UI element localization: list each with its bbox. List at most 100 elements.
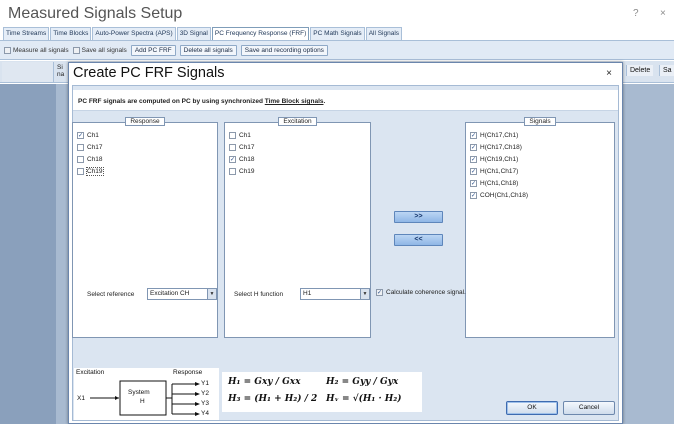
signals-item[interactable]: ✓ H(Ch17,Ch18) [470,143,528,152]
signals-item-label: H(Ch1,Ch17) [480,168,519,175]
grid-column-header-save[interactable]: Sa [659,65,674,76]
checkbox-box: ✓ [470,156,477,163]
measure-all-checkbox[interactable]: Measure all signals [4,46,69,54]
grid-corner [2,62,54,82]
diagram-system-label: System [128,389,150,396]
tab-pc-math-signals[interactable]: PC Math Signals [310,27,365,40]
select-h-function-dropdown[interactable]: H1 ▼ [300,288,370,300]
excitation-item[interactable]: Ch17 [229,143,255,152]
checkbox-box: ✓ [376,289,383,296]
save-recording-options-button[interactable]: Save and recording options [240,44,328,56]
remove-signals-button[interactable]: << [394,234,443,246]
tab-auto-power-spectra-aps[interactable]: Auto-Power Spectra (APS) [92,27,176,40]
signals-item-label: COH(Ch1,Ch18) [480,192,529,199]
checkbox-box: ✓ [470,144,477,151]
checkbox-box [72,46,80,54]
checkbox-box: ✓ [229,156,236,163]
cancel-button[interactable]: Cancel [563,401,615,415]
save-all-checkbox[interactable]: Save all signals [72,46,127,54]
signals-item[interactable]: ✓ H(Ch17,Ch1) [470,131,528,140]
formula-hv: Hᵥ = √(H₁ · H₂) [326,394,402,404]
time-block-signals-link[interactable]: Time Block signals [265,98,324,105]
system-diagram: Excitation Response X1 System H Y1 Y2 Y3… [74,368,219,420]
diagram-output-label: Y1 [201,380,209,387]
signals-panel: Signals ✓ H(Ch17,Ch1) ✓ H(Ch17,Ch18) ✓ H(Ch19… [465,117,615,338]
close-window-icon[interactable]: × [660,8,666,19]
diagram-output-label: Y2 [201,390,209,397]
checkbox-box: ✓ [470,192,477,199]
tab-pc-frequency-response-frf[interactable]: PC Frequency Response (FRF) [211,27,310,40]
excitation-list: Ch1 Ch17 ✓ Ch18 Ch19 [229,131,255,176]
grid-column-header-line: na [57,71,65,78]
signals-item[interactable]: ✓ COH(Ch1,Ch18) [470,191,528,200]
description-suffix: . [323,98,326,105]
response-item[interactable]: Ch17 [77,143,103,152]
diagram-output-label: Y3 [201,400,209,407]
excitation-item[interactable]: ✓ Ch18 [229,155,255,164]
diagram-response-label: Response [173,369,203,376]
response-item-label: Ch17 [87,144,103,151]
checkbox-box [77,156,84,163]
diagram-system-h-label: H [140,398,145,405]
checkbox-box: ✓ [470,168,477,175]
response-item-label: Ch19 [86,167,104,176]
dialog-close-icon[interactable]: × [606,68,612,79]
help-icon[interactable]: ? [633,8,639,19]
chevron-down-icon: ▼ [207,289,216,299]
checkbox-box [229,168,236,175]
response-panel: Response ✓ Ch1 Ch17 Ch18 Ch19 [72,117,218,338]
diagram-input-label: X1 [77,395,85,402]
response-item[interactable]: ✓ Ch1 [77,131,103,140]
h-function-formulas: H₁ = Gxy / Gxx H₂ = Gyy / Gyx H₃ = (H₁ +… [222,372,422,412]
excitation-item[interactable]: Ch1 [229,131,255,140]
description-text: PC FRF signals are computed on PC by usi… [78,98,265,105]
select-reference-dropdown[interactable]: Excitation CH ▼ [147,288,217,300]
tab-strip: Time Streams Time Blocks Auto-Power Spectr… [3,27,403,40]
response-item[interactable]: Ch18 [77,155,103,164]
tab-time-streams[interactable]: Time Streams [3,27,50,40]
signals-item-label: H(Ch17,Ch18) [480,144,522,151]
checkbox-box: ✓ [77,132,84,139]
checkbox-box [77,144,84,151]
toolbar: Measure all signals Save all signals Add… [0,40,674,60]
grid-row-header-column [0,84,56,424]
tab-3d-signal[interactable]: 3D Signal [176,27,211,40]
signals-item-label: H(Ch17,Ch1) [480,132,519,139]
app-title: Measured Signals Setup [8,5,183,22]
response-item[interactable]: Ch19 [77,167,104,176]
save-all-label: Save all signals [81,46,127,54]
ok-button[interactable]: OK [506,401,558,415]
grid-column-header-delete[interactable]: Delete [626,65,654,76]
excitation-item[interactable]: Ch19 [229,167,255,176]
checkbox-box [229,144,236,151]
delete-all-signals-button[interactable]: Delete all signals [179,44,237,56]
select-h-function-value: H1 [303,290,312,297]
signals-item[interactable]: ✓ H(Ch1,Ch17) [470,167,528,176]
dialog-title: Create PC FRF Signals [73,65,225,81]
response-panel-title: Response [125,117,165,126]
select-reference-label: Select reference [87,291,135,298]
signals-item-label: H(Ch1,Ch18) [480,180,519,187]
signals-list: ✓ H(Ch17,Ch1) ✓ H(Ch17,Ch18) ✓ H(Ch19,Ch1) ✓ H(… [470,131,528,200]
select-reference-value: Excitation CH [150,290,190,297]
diagram-output-label: Y4 [201,410,209,417]
select-h-function-label: Select H function [234,291,284,298]
checkbox-box [77,168,84,175]
dialog-description: PC FRF signals are computed on PC by usi… [73,90,618,111]
calculate-coherence-checkbox[interactable]: ✓ Calculate coherence signal. [376,289,466,296]
excitation-item-label: Ch17 [239,144,255,151]
signals-item[interactable]: ✓ H(Ch19,Ch1) [470,155,528,164]
tab-time-blocks[interactable]: Time Blocks [50,27,92,40]
response-item-label: Ch18 [87,156,103,163]
grid-column-header-signal[interactable]: Si na [57,64,64,78]
tab-all-signals[interactable]: All Signals [365,27,403,40]
excitation-panel-title: Excitation [278,117,317,126]
add-pc-frf-button[interactable]: Add PC FRF [130,44,176,56]
add-signals-button[interactable]: >> [394,211,443,223]
formula-h1: H₁ = Gxy / Gxx [228,377,301,387]
formula-h2: H₂ = Gyy / Gyx [326,377,399,387]
checkbox-box: ✓ [470,180,477,187]
excitation-item-label: Ch18 [239,156,255,163]
signals-item[interactable]: ✓ H(Ch1,Ch18) [470,179,528,188]
measure-all-label: Measure all signals [13,46,69,54]
